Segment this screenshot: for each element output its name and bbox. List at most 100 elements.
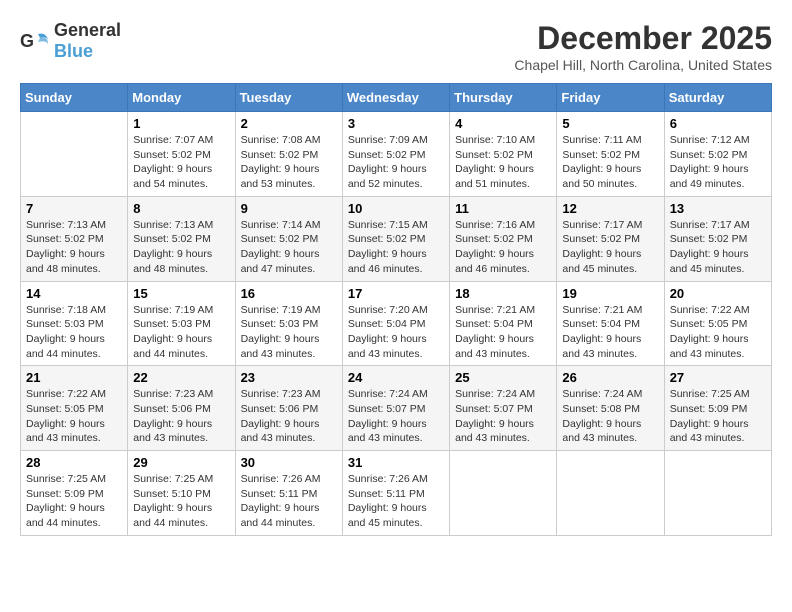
weekday-row: SundayMondayTuesdayWednesdayThursdayFrid… (21, 84, 772, 112)
calendar-cell: 19 Sunrise: 7:21 AMSunset: 5:04 PMDayligh… (557, 281, 664, 366)
weekday-header: Friday (557, 84, 664, 112)
day-number: 4 (455, 116, 551, 131)
day-number: 13 (670, 201, 766, 216)
calendar-cell: 5 Sunrise: 7:11 AMSunset: 5:02 PMDaylight… (557, 112, 664, 197)
day-info: Sunrise: 7:24 AMSunset: 5:08 PMDaylight:… (562, 387, 658, 446)
day-info: Sunrise: 7:15 AMSunset: 5:02 PMDaylight:… (348, 218, 444, 277)
calendar-cell: 2Sunrise: 7:08 AMSunset: 5:02 PMDaylight… (235, 112, 342, 197)
calendar-cell: 24 Sunrise: 7:24 AMSunset: 5:07 PMDayligh… (342, 366, 449, 451)
calendar-cell: 10Sunrise: 7:15 AMSunset: 5:02 PMDayligh… (342, 196, 449, 281)
day-info: Sunrise: 7:14 AMSunset: 5:02 PMDaylight:… (241, 218, 337, 277)
calendar-cell: 22 Sunrise: 7:23 AMSunset: 5:06 PMDayligh… (128, 366, 235, 451)
calendar-cell: 20Sunrise: 7:22 AMSunset: 5:05 PMDayligh… (664, 281, 771, 366)
day-info: Sunrise: 7:20 AMSunset: 5:04 PMDaylight:… (348, 303, 444, 362)
calendar-cell: 30Sunrise: 7:26 AMSunset: 5:11 PMDayligh… (235, 451, 342, 536)
day-number: 26 (562, 370, 658, 385)
svg-text:G: G (20, 31, 34, 51)
calendar-week-row: 28 Sunrise: 7:25 AMSunset: 5:09 PMDayligh… (21, 451, 772, 536)
day-number: 24 (348, 370, 444, 385)
calendar-cell: 14 Sunrise: 7:18 AMSunset: 5:03 PMDayligh… (21, 281, 128, 366)
day-info: Sunrise: 7:17 AMSunset: 5:02 PMDaylight:… (670, 218, 766, 277)
day-info: Sunrise: 7:23 AMSunset: 5:06 PMDaylight:… (133, 387, 229, 446)
logo: G General Blue (20, 20, 121, 62)
day-number: 21 (26, 370, 122, 385)
day-info: Sunrise: 7:09 AMSunset: 5:02 PMDaylight:… (348, 133, 444, 192)
day-info: Sunrise: 7:18 AMSunset: 5:03 PMDaylight:… (26, 303, 122, 362)
day-info: Sunrise: 7:22 AMSunset: 5:05 PMDaylight:… (670, 303, 766, 362)
calendar-cell (557, 451, 664, 536)
weekday-header: Wednesday (342, 84, 449, 112)
calendar-cell: 7Sunrise: 7:13 AMSunset: 5:02 PMDaylight… (21, 196, 128, 281)
logo-blue: Blue (54, 41, 93, 61)
calendar-cell: 21Sunrise: 7:22 AMSunset: 5:05 PMDayligh… (21, 366, 128, 451)
calendar-cell: 29Sunrise: 7:25 AMSunset: 5:10 PMDayligh… (128, 451, 235, 536)
day-number: 6 (670, 116, 766, 131)
weekday-header: Monday (128, 84, 235, 112)
calendar-cell: 23 Sunrise: 7:23 AMSunset: 5:06 PMDayligh… (235, 366, 342, 451)
weekday-header: Saturday (664, 84, 771, 112)
day-info: Sunrise: 7:16 AMSunset: 5:02 PMDaylight:… (455, 218, 551, 277)
day-number: 16 (241, 286, 337, 301)
calendar-cell: 9Sunrise: 7:14 AMSunset: 5:02 PMDaylight… (235, 196, 342, 281)
day-info: Sunrise: 7:25 AMSunset: 5:09 PMDaylight:… (670, 387, 766, 446)
calendar-cell: 16 Sunrise: 7:19 AMSunset: 5:03 PMDayligh… (235, 281, 342, 366)
day-number: 2 (241, 116, 337, 131)
page-header: G General Blue December 2025 Chapel Hill… (20, 20, 772, 73)
day-info: Sunrise: 7:25 AMSunset: 5:10 PMDaylight:… (133, 472, 229, 531)
day-info: Sunrise: 7:26 AMSunset: 5:11 PMDaylight:… (241, 472, 337, 531)
day-info: Sunrise: 7:19 AMSunset: 5:03 PMDaylight:… (133, 303, 229, 362)
calendar-table: SundayMondayTuesdayWednesdayThursdayFrid… (20, 83, 772, 536)
day-info: Sunrise: 7:24 AMSunset: 5:07 PMDaylight:… (455, 387, 551, 446)
title-block: December 2025 Chapel Hill, North Carolin… (514, 20, 772, 73)
calendar-cell: 15 Sunrise: 7:19 AMSunset: 5:03 PMDayligh… (128, 281, 235, 366)
calendar-cell: 28 Sunrise: 7:25 AMSunset: 5:09 PMDayligh… (21, 451, 128, 536)
calendar-body: 1 Sunrise: 7:07 AMSunset: 5:02 PMDaylight… (21, 112, 772, 536)
day-number: 15 (133, 286, 229, 301)
calendar-week-row: 21Sunrise: 7:22 AMSunset: 5:05 PMDayligh… (21, 366, 772, 451)
day-number: 11 (455, 201, 551, 216)
calendar-cell: 12 Sunrise: 7:17 AMSunset: 5:02 PMDayligh… (557, 196, 664, 281)
calendar-header: SundayMondayTuesdayWednesdayThursdayFrid… (21, 84, 772, 112)
calendar-cell: 4Sunrise: 7:10 AMSunset: 5:02 PMDaylight… (450, 112, 557, 197)
day-number: 28 (26, 455, 122, 470)
weekday-header: Tuesday (235, 84, 342, 112)
calendar-cell: 11 Sunrise: 7:16 AMSunset: 5:02 PMDayligh… (450, 196, 557, 281)
day-number: 12 (562, 201, 658, 216)
day-info: Sunrise: 7:25 AMSunset: 5:09 PMDaylight:… (26, 472, 122, 531)
calendar-week-row: 1 Sunrise: 7:07 AMSunset: 5:02 PMDaylight… (21, 112, 772, 197)
day-number: 5 (562, 116, 658, 131)
calendar-cell: 6 Sunrise: 7:12 AMSunset: 5:02 PMDaylight… (664, 112, 771, 197)
day-info: Sunrise: 7:19 AMSunset: 5:03 PMDaylight:… (241, 303, 337, 362)
day-number: 22 (133, 370, 229, 385)
day-info: Sunrise: 7:17 AMSunset: 5:02 PMDaylight:… (562, 218, 658, 277)
calendar-cell: 25Sunrise: 7:24 AMSunset: 5:07 PMDayligh… (450, 366, 557, 451)
day-number: 1 (133, 116, 229, 131)
calendar-week-row: 7 Sunrise: 7:13 AMSunset: 5:02 PMDaylight… (21, 196, 772, 281)
day-info: Sunrise: 7:26 AMSunset: 5:11 PMDaylight:… (348, 472, 444, 531)
calendar-cell: 3 Sunrise: 7:09 AMSunset: 5:02 PMDaylight… (342, 112, 449, 197)
calendar-cell (21, 112, 128, 197)
calendar-cell: 13 Sunrise: 7:17 AMSunset: 5:02 PMDayligh… (664, 196, 771, 281)
day-number: 14 (26, 286, 122, 301)
day-info: Sunrise: 7:21 AMSunset: 5:04 PMDaylight:… (562, 303, 658, 362)
day-number: 8 (133, 201, 229, 216)
calendar-cell: 27 Sunrise: 7:25 AMSunset: 5:09 PMDayligh… (664, 366, 771, 451)
day-number: 27 (670, 370, 766, 385)
day-info: Sunrise: 7:07 AMSunset: 5:02 PMDaylight:… (133, 133, 229, 192)
day-number: 18 (455, 286, 551, 301)
weekday-header: Sunday (21, 84, 128, 112)
day-number: 7 (26, 201, 122, 216)
day-number: 3 (348, 116, 444, 131)
day-number: 19 (562, 286, 658, 301)
calendar-cell: 17Sunrise: 7:20 AMSunset: 5:04 PMDayligh… (342, 281, 449, 366)
day-info: Sunrise: 7:12 AMSunset: 5:02 PMDaylight:… (670, 133, 766, 192)
day-number: 23 (241, 370, 337, 385)
calendar-cell: 1 Sunrise: 7:07 AMSunset: 5:02 PMDaylight… (128, 112, 235, 197)
weekday-header: Thursday (450, 84, 557, 112)
day-info: Sunrise: 7:13 AMSunset: 5:02 PMDaylight:… (133, 218, 229, 277)
calendar-cell (664, 451, 771, 536)
day-info: Sunrise: 7:23 AMSunset: 5:06 PMDaylight:… (241, 387, 337, 446)
day-info: Sunrise: 7:11 AMSunset: 5:02 PMDaylight:… (562, 133, 658, 192)
calendar-week-row: 14 Sunrise: 7:18 AMSunset: 5:03 PMDayligh… (21, 281, 772, 366)
day-info: Sunrise: 7:24 AMSunset: 5:07 PMDaylight:… (348, 387, 444, 446)
